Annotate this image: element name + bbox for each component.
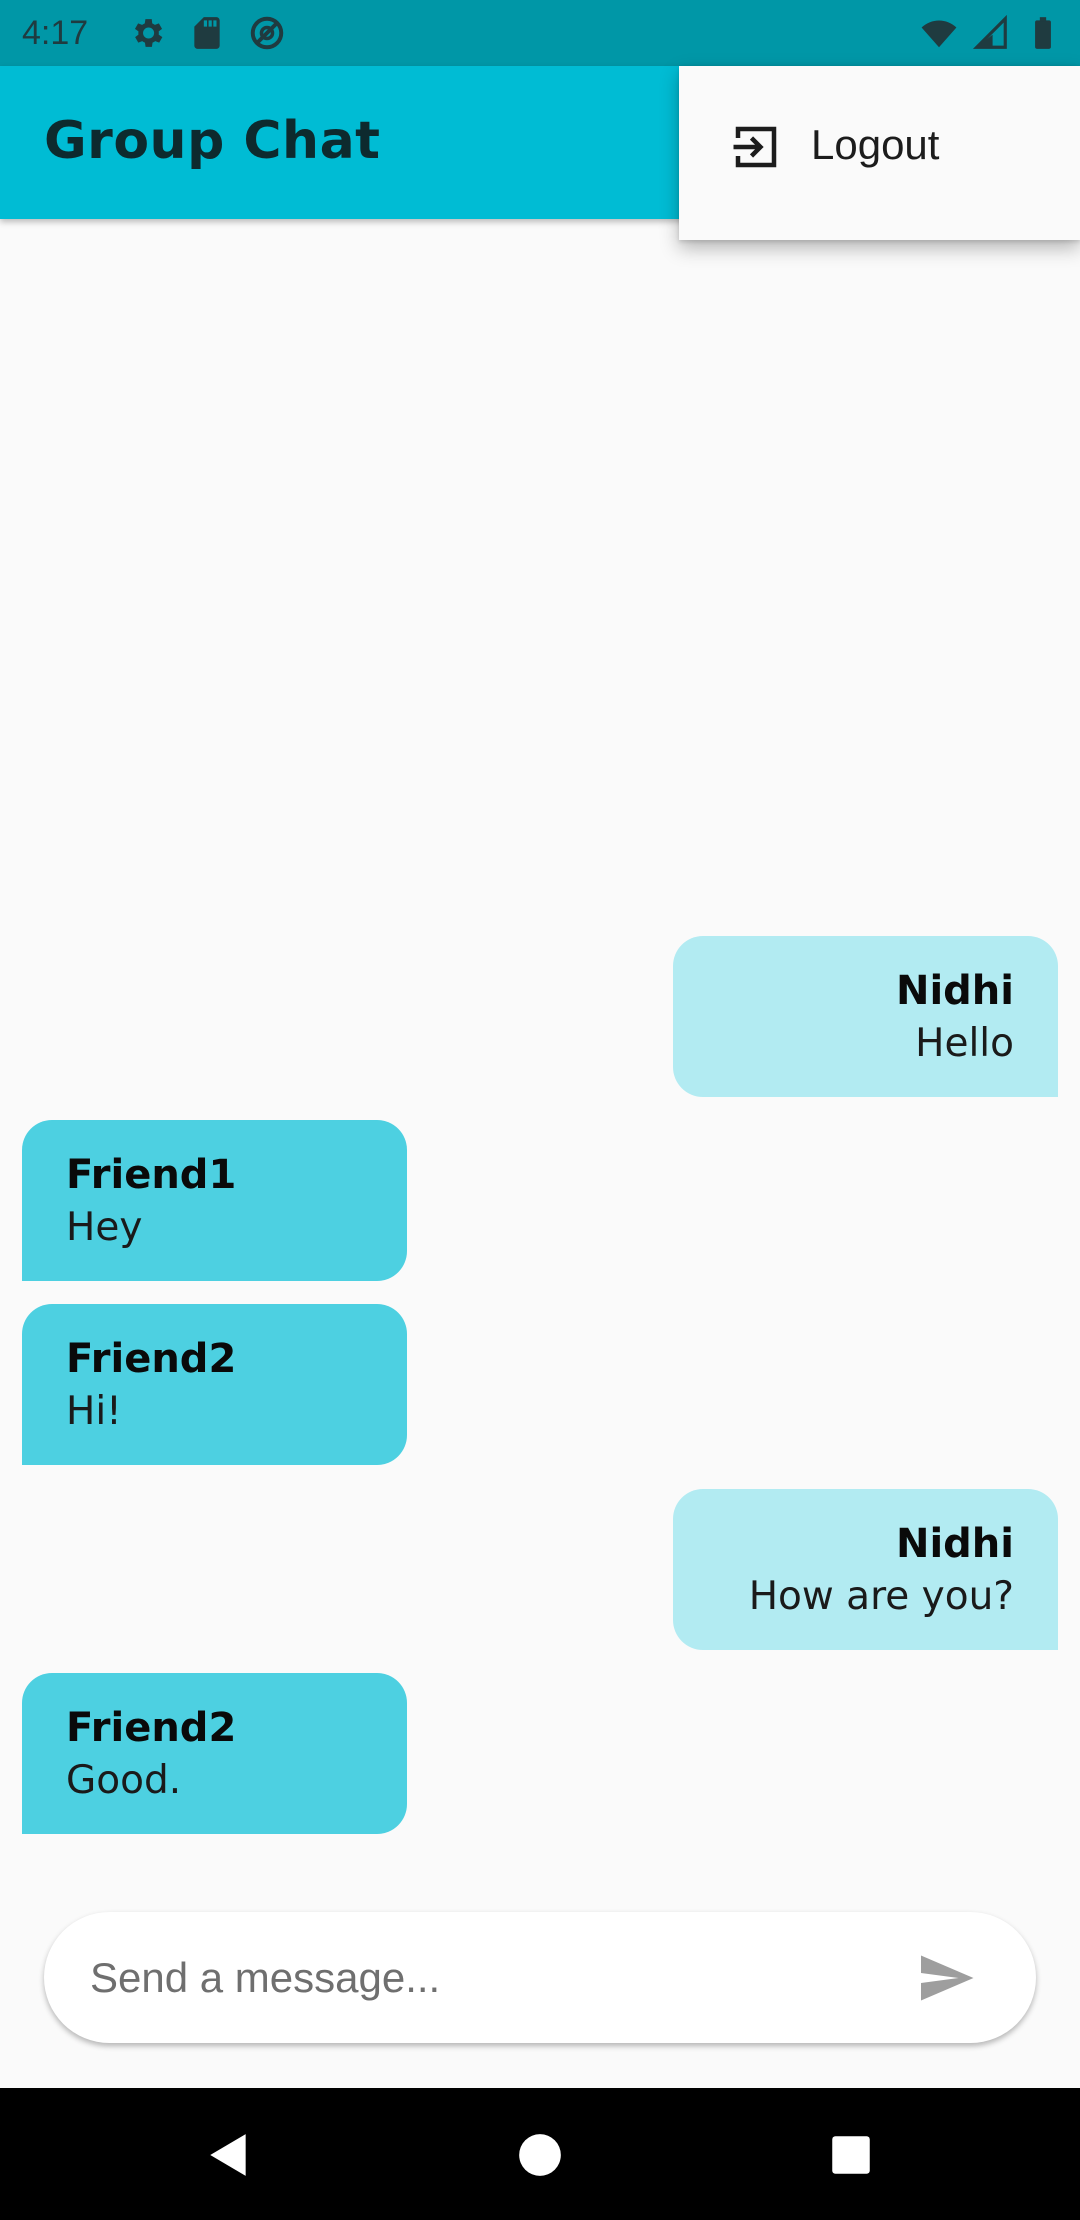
send-icon[interactable]	[914, 1948, 978, 2008]
back-icon[interactable]	[204, 2130, 254, 2180]
logout-menu-item[interactable]: Logout	[679, 100, 1080, 188]
message-sender: Friend1	[66, 1152, 237, 1198]
overflow-menu: Logout	[679, 66, 1080, 240]
message-text: Good.	[66, 1758, 182, 1803]
message-text: How are you?	[748, 1574, 1014, 1619]
message-sender: Nidhi	[895, 968, 1014, 1014]
status-icons-left	[128, 14, 286, 52]
logout-icon	[733, 126, 777, 168]
page-title: Group Chat	[44, 111, 381, 171]
message-bubble-theirs[interactable]: Friend2 Hi!	[22, 1304, 407, 1465]
message-bubble-mine[interactable]: Nidhi How are you?	[673, 1489, 1058, 1650]
recents-icon[interactable]	[826, 2130, 876, 2180]
cell-signal-icon	[972, 14, 1007, 49]
message-sender: Nidhi	[895, 1521, 1014, 1567]
status-icons-right	[920, 14, 1062, 52]
logout-label: Logout	[811, 121, 940, 168]
message-text: Hey	[66, 1205, 143, 1250]
battery-icon	[1035, 17, 1051, 49]
settings-icon	[134, 19, 163, 47]
status-time: 4:17	[22, 14, 89, 52]
wifi-icon	[921, 20, 957, 48]
message-input[interactable]	[88, 1942, 892, 2014]
system-nav-bar	[0, 2088, 1080, 2220]
message-sender: Friend2	[66, 1705, 237, 1751]
home-icon[interactable]	[515, 2130, 565, 2180]
message-bubble-theirs[interactable]: Friend2 Good.	[22, 1673, 407, 1834]
data-saver-icon	[250, 16, 284, 50]
message-text: Hi!	[66, 1389, 122, 1434]
message-composer	[44, 1912, 1036, 2043]
message-bubble-mine[interactable]: Nidhi Hello	[673, 936, 1058, 1097]
message-text: Hello	[915, 1021, 1014, 1066]
status-bar: 4:17	[0, 0, 1080, 66]
message-sender: Friend2	[66, 1336, 237, 1382]
message-bubble-theirs[interactable]: Friend1 Hey	[22, 1120, 407, 1281]
sd-card-icon	[194, 17, 220, 49]
